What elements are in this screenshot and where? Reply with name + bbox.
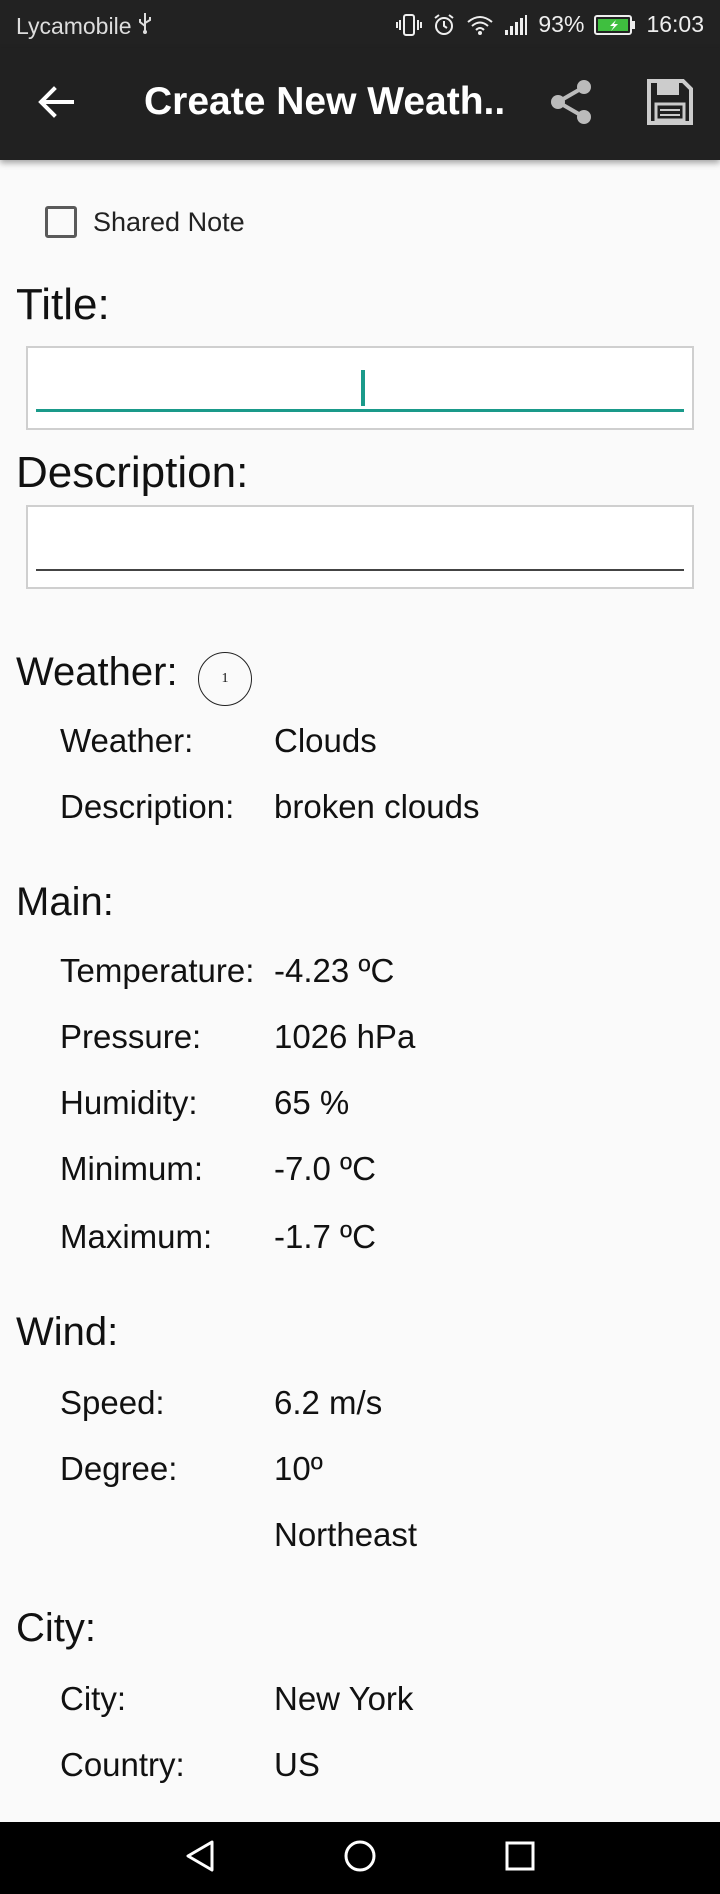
share-icon <box>548 78 596 131</box>
status-right: 93% 16:03 <box>396 11 704 38</box>
minimum-value: -7.0 ºC <box>274 1150 376 1187</box>
battery-icon <box>594 14 636 36</box>
maximum-label: Maximum: <box>60 1218 213 1255</box>
status-left: Lycamobile <box>16 12 153 40</box>
arrow-back-icon <box>38 85 74 123</box>
save-icon <box>647 78 693 130</box>
pressure-label: Pressure: <box>60 1018 202 1055</box>
system-nav-bar <box>0 1822 720 1894</box>
status-bar: Lycamobile 93% 16:03 <box>0 0 720 48</box>
main-heading: Main: <box>16 880 114 924</box>
description-label: Description: <box>16 448 249 497</box>
back-button[interactable] <box>26 78 86 130</box>
city-value: New York <box>274 1680 414 1717</box>
weather-description-label: Description: <box>60 788 235 825</box>
weather-count-badge[interactable]: 1 <box>198 652 252 706</box>
carrier-name: Lycamobile <box>16 12 132 39</box>
wind-heading: Wind: <box>16 1310 119 1354</box>
wind-direction-value: Northeast <box>274 1516 418 1553</box>
wind-speed-label: Speed: <box>60 1384 165 1421</box>
back-triangle-icon <box>182 1838 218 1879</box>
home-circle-icon <box>342 1838 378 1879</box>
minimum-label: Minimum: <box>60 1150 204 1187</box>
weather-description-value: broken clouds <box>274 788 480 825</box>
text-cursor <box>361 370 365 406</box>
wind-degree-label: Degree: <box>60 1450 178 1487</box>
pressure-value: 1026 hPa <box>274 1018 416 1055</box>
save-button[interactable] <box>642 76 698 132</box>
city-label: City: <box>60 1680 126 1717</box>
shared-note-checkbox[interactable] <box>45 206 77 238</box>
description-input[interactable] <box>38 517 682 563</box>
description-underline <box>36 569 684 571</box>
country-label: Country: <box>60 1746 185 1783</box>
app-bar: Create New Weath... <box>0 48 720 160</box>
title-input[interactable] <box>38 358 682 404</box>
alarm-icon <box>432 13 456 37</box>
weather-heading: Weather: <box>16 650 178 694</box>
wind-degree-value: 10º <box>274 1450 323 1487</box>
city-heading: City: <box>16 1606 96 1650</box>
weather-label: Weather: <box>60 722 194 759</box>
nav-home-button[interactable] <box>330 1832 390 1884</box>
vibrate-icon <box>396 13 423 37</box>
wifi-icon <box>466 14 494 36</box>
nav-back-button[interactable] <box>170 1832 230 1884</box>
maximum-value: -1.7 ºC <box>274 1218 376 1255</box>
wind-speed-value: 6.2 m/s <box>274 1384 383 1421</box>
recents-square-icon <box>502 1838 538 1879</box>
humidity-value: 65 % <box>274 1084 350 1121</box>
nav-recents-button[interactable] <box>490 1832 550 1884</box>
battery-percent: 93% <box>538 11 585 37</box>
page-title: Create New Weath... <box>144 80 504 123</box>
title-label: Title: <box>16 280 110 329</box>
temperature-value: -4.23 ºC <box>274 952 395 989</box>
clock-time: 16:03 <box>646 11 704 37</box>
temperature-label: Temperature: <box>60 952 255 989</box>
shared-note-checkbox-row[interactable]: Shared Note <box>45 206 245 238</box>
usb-icon <box>137 12 153 40</box>
weather-value: Clouds <box>274 722 377 759</box>
title-underline <box>36 409 684 412</box>
country-value: US <box>274 1746 320 1783</box>
shared-note-label: Shared Note <box>93 206 245 237</box>
title-input-box[interactable] <box>26 346 694 430</box>
description-input-box[interactable] <box>26 505 694 589</box>
signal-icon <box>504 14 528 36</box>
share-button[interactable] <box>544 76 600 132</box>
humidity-label: Humidity: <box>60 1084 198 1121</box>
